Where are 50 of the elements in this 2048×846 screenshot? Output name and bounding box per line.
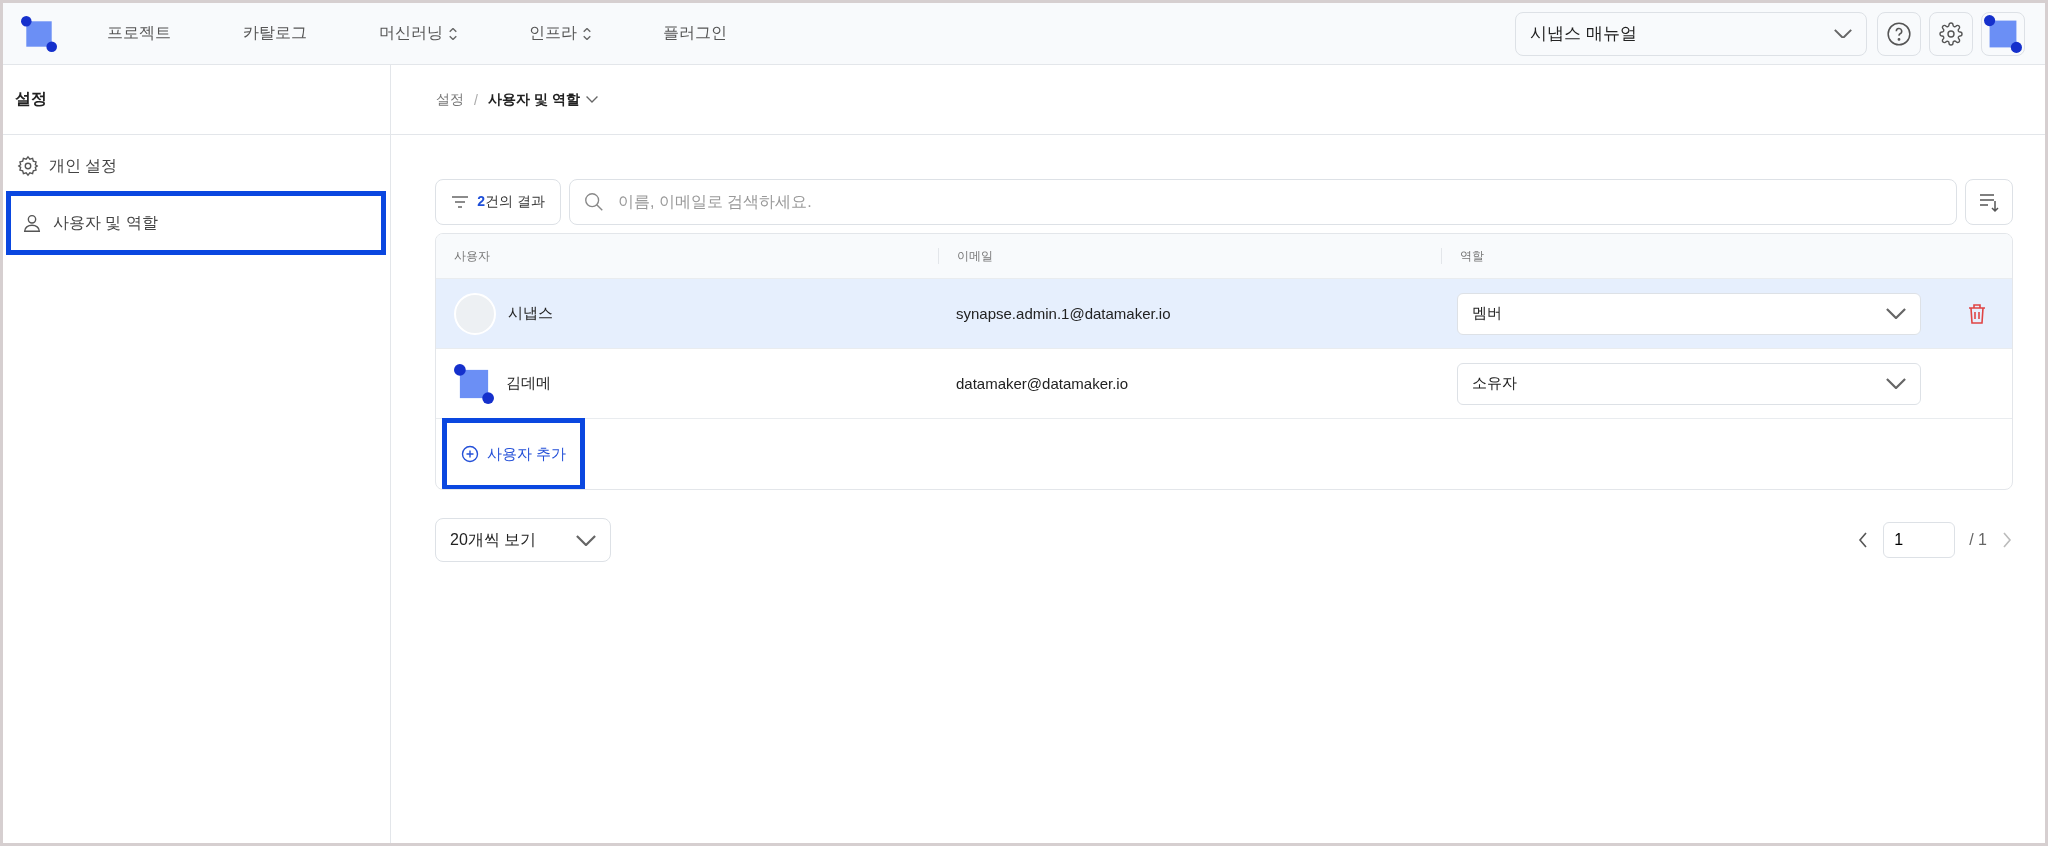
- chevron-down-icon: [1886, 308, 1906, 319]
- nav-link[interactable]: 프로젝트: [107, 23, 171, 44]
- role-select[interactable]: 소유자: [1457, 362, 1921, 405]
- logo-icon: [21, 15, 57, 52]
- sidebar-item[interactable]: 개인 설정: [3, 141, 390, 191]
- nav-link[interactable]: 카탈로그: [243, 23, 307, 44]
- avatar: [454, 292, 496, 335]
- nav-link[interactable]: 플러그인: [663, 23, 727, 44]
- column-header: 이메일: [938, 248, 1441, 264]
- trash-icon[interactable]: [1966, 302, 1987, 325]
- column-header: 역할: [1441, 248, 1941, 264]
- page-input[interactable]: 1: [1883, 522, 1956, 558]
- chevron-left-icon[interactable]: [1857, 531, 1870, 549]
- sidebar-item[interactable]: 사용자 및 역할: [6, 191, 386, 255]
- avatar-icon: [1984, 14, 2022, 53]
- nav-link[interactable]: 머신러닝: [379, 23, 457, 44]
- sidebar-title: 설정: [15, 89, 47, 109]
- page-total: / 1: [1969, 531, 1987, 549]
- plus-circle-icon: [461, 445, 479, 463]
- search-icon: [583, 191, 605, 213]
- breadcrumb-link[interactable]: 설정: [436, 90, 464, 109]
- chevron-down-icon: [576, 534, 596, 546]
- settings-button[interactable]: [1929, 11, 1973, 56]
- chevron-down-icon: [1834, 28, 1852, 39]
- sort-button[interactable]: [1965, 179, 2013, 225]
- chevron-down-icon: [585, 96, 598, 103]
- page-size-select[interactable]: 20개씩 보기: [435, 518, 611, 562]
- table-row[interactable]: 시냅스 synapse.admin.1@datamaker.io 멤버: [436, 279, 2012, 349]
- user-name: 김데메: [506, 374, 551, 393]
- workspace-select[interactable]: 시냅스 매뉴얼: [1515, 11, 1867, 56]
- breadcrumb-link[interactable]: 사용자 및 역할: [487, 90, 598, 109]
- user-email: datamaker@datamaker.io: [956, 375, 1128, 392]
- nav-link[interactable]: 인프라: [529, 23, 591, 44]
- breadcrumb-separator: /: [474, 91, 478, 108]
- column-header: 사용자: [453, 248, 491, 264]
- add-user-button[interactable]: 사용자 추가: [442, 418, 586, 489]
- role-select[interactable]: 멤버: [1457, 292, 1921, 335]
- filter-button[interactable]: 2건의 결과: [435, 179, 561, 225]
- chevron-down-icon: [1886, 378, 1906, 389]
- help-button[interactable]: [1877, 11, 1921, 56]
- profile-avatar-button[interactable]: [1981, 11, 2025, 56]
- user-name: 시냅스: [508, 304, 553, 323]
- avatar-icon: [454, 363, 494, 404]
- settings-icon: [17, 155, 39, 177]
- search-field[interactable]: 이름, 이메일로 검색하세요.: [569, 179, 1957, 225]
- user-icon: [21, 212, 43, 234]
- settings-icon: [1939, 21, 1963, 46]
- help-icon: [1886, 20, 1912, 47]
- filter-icon: [451, 195, 470, 209]
- user-email: synapse.admin.1@datamaker.io: [956, 305, 1171, 322]
